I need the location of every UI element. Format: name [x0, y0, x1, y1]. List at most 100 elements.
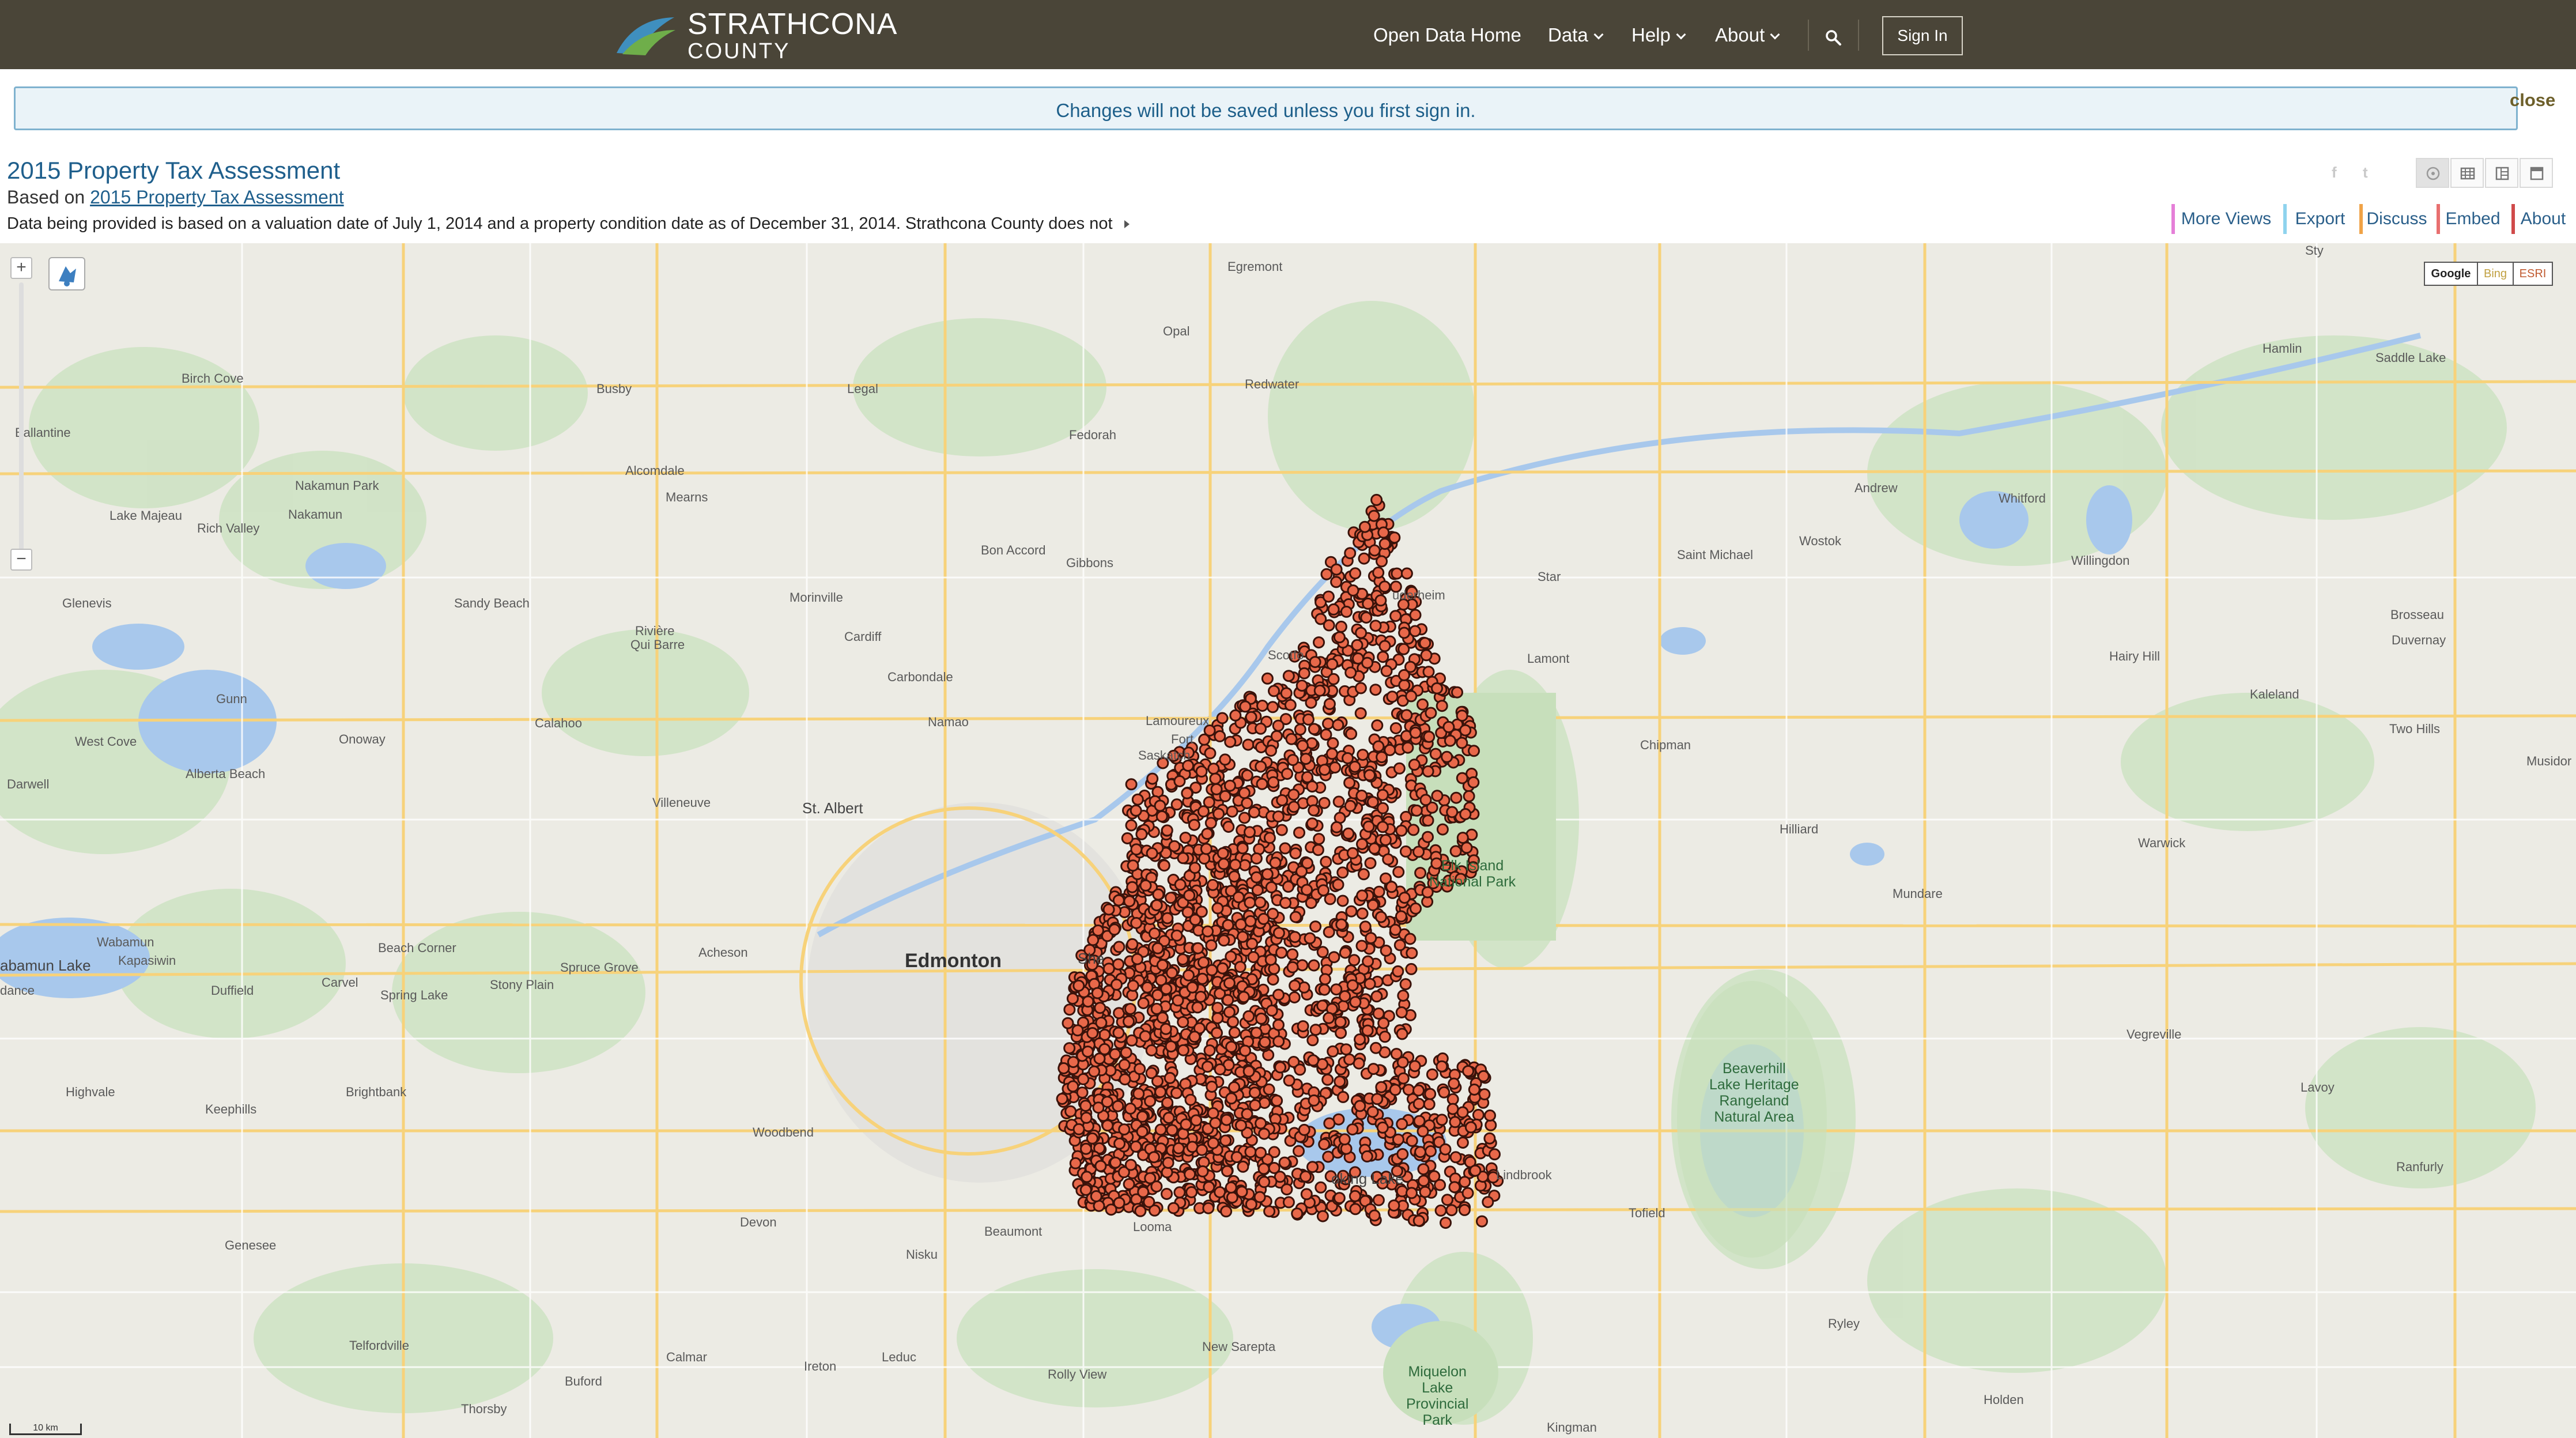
property-point[interactable]: [1426, 1068, 1438, 1081]
property-point[interactable]: [1395, 824, 1408, 837]
property-point[interactable]: [1408, 1060, 1421, 1073]
property-point[interactable]: [1283, 1074, 1295, 1087]
property-point[interactable]: [1345, 727, 1358, 740]
property-point[interactable]: [1423, 730, 1436, 743]
property-point[interactable]: [1146, 847, 1158, 859]
property-point[interactable]: [1417, 1163, 1430, 1176]
property-point[interactable]: [1406, 947, 1418, 960]
property-point[interactable]: [1355, 626, 1368, 639]
property-point[interactable]: [1338, 1133, 1351, 1146]
basemap-esri-button[interactable]: ESRI: [2513, 262, 2553, 286]
property-point[interactable]: [1177, 852, 1189, 865]
tab-embed[interactable]: Embed: [2437, 202, 2509, 236]
property-point[interactable]: [1130, 804, 1142, 817]
property-point[interactable]: [1467, 776, 1480, 788]
property-point[interactable]: [1378, 1031, 1391, 1043]
property-point[interactable]: [1202, 925, 1214, 938]
zoom-in-button[interactable]: +: [10, 257, 32, 279]
property-point[interactable]: [1219, 1134, 1232, 1147]
zoom-slider[interactable]: [19, 282, 24, 553]
property-point[interactable]: [1090, 1190, 1102, 1202]
property-point[interactable]: [1181, 906, 1194, 919]
property-point[interactable]: [1225, 1040, 1238, 1053]
property-point[interactable]: [1328, 951, 1340, 964]
property-point[interactable]: [1412, 1084, 1425, 1097]
property-point[interactable]: [1275, 824, 1288, 836]
property-point[interactable]: [1189, 862, 1201, 874]
property-point[interactable]: [1374, 911, 1387, 923]
property-point[interactable]: [1368, 544, 1381, 557]
property-point[interactable]: [1285, 733, 1298, 745]
property-point[interactable]: [1230, 1151, 1243, 1164]
property-point[interactable]: [1263, 832, 1276, 844]
property-point[interactable]: [1168, 840, 1181, 852]
property-point[interactable]: [1118, 1058, 1131, 1071]
property-point[interactable]: [1329, 761, 1341, 774]
property-point[interactable]: [1155, 810, 1168, 822]
property-point[interactable]: [1422, 666, 1435, 678]
property-point[interactable]: [1151, 942, 1164, 954]
property-point[interactable]: [1337, 1090, 1350, 1103]
property-point[interactable]: [1431, 682, 1443, 695]
property-point[interactable]: [1152, 888, 1165, 901]
property-point[interactable]: [1431, 790, 1444, 802]
property-point[interactable]: [1456, 832, 1469, 844]
property-point[interactable]: [1201, 1060, 1214, 1073]
property-point[interactable]: [1132, 1088, 1145, 1100]
property-point[interactable]: [1125, 819, 1138, 832]
property-point[interactable]: [1388, 531, 1401, 544]
property-point[interactable]: [1091, 987, 1104, 999]
property-point[interactable]: [1293, 1145, 1305, 1157]
property-point[interactable]: [1246, 937, 1259, 950]
property-point[interactable]: [1349, 1190, 1361, 1202]
property-point[interactable]: [1223, 977, 1236, 990]
property-point[interactable]: [1459, 1176, 1471, 1188]
property-point[interactable]: [1196, 972, 1208, 985]
nav-data-menu[interactable]: Data: [1548, 24, 1604, 46]
property-point[interactable]: [1088, 1065, 1101, 1078]
property-point[interactable]: [1165, 1040, 1177, 1053]
property-point[interactable]: [1389, 1084, 1402, 1096]
property-point[interactable]: [1446, 1093, 1459, 1105]
property-point[interactable]: [1267, 776, 1280, 788]
property-point[interactable]: [1232, 891, 1245, 904]
property-point[interactable]: [1456, 709, 1468, 722]
property-point[interactable]: [1469, 1164, 1482, 1177]
property-point[interactable]: [1312, 844, 1324, 856]
property-point[interactable]: [1448, 1077, 1460, 1090]
property-point[interactable]: [1456, 1137, 1469, 1149]
property-point[interactable]: [1390, 1048, 1403, 1060]
property-point[interactable]: [1438, 1086, 1451, 1099]
property-point[interactable]: [1409, 726, 1422, 739]
property-point[interactable]: [1207, 878, 1219, 891]
property-point[interactable]: [1334, 1075, 1346, 1088]
property-point[interactable]: [1395, 1006, 1408, 1018]
property-point[interactable]: [1316, 1210, 1329, 1222]
property-point[interactable]: [1254, 896, 1267, 909]
property-point[interactable]: [1392, 866, 1405, 878]
property-point[interactable]: [1222, 994, 1234, 1006]
property-point[interactable]: [1413, 1115, 1426, 1127]
property-point[interactable]: [1151, 988, 1164, 1001]
property-point[interactable]: [1244, 826, 1256, 839]
property-point[interactable]: [1080, 1111, 1093, 1124]
property-point[interactable]: [1336, 894, 1349, 907]
property-point[interactable]: [1226, 1191, 1238, 1204]
property-point[interactable]: [1441, 750, 1453, 763]
property-point[interactable]: [1281, 1183, 1293, 1196]
property-point[interactable]: [1459, 808, 1472, 820]
property-point[interactable]: [1130, 1140, 1142, 1153]
view-table-toggle[interactable]: [2450, 158, 2484, 188]
property-point[interactable]: [1173, 775, 1186, 787]
property-point[interactable]: [1143, 1195, 1155, 1208]
property-point[interactable]: [1322, 590, 1335, 603]
property-point[interactable]: [1371, 1093, 1384, 1105]
property-point[interactable]: [1463, 790, 1475, 802]
property-point[interactable]: [1309, 656, 1321, 669]
property-point[interactable]: [1354, 1033, 1366, 1046]
property-point[interactable]: [1112, 1026, 1125, 1039]
property-point[interactable]: [1109, 1048, 1121, 1060]
property-point[interactable]: [1179, 832, 1192, 844]
property-point[interactable]: [1332, 719, 1344, 731]
property-point[interactable]: [1261, 672, 1274, 685]
